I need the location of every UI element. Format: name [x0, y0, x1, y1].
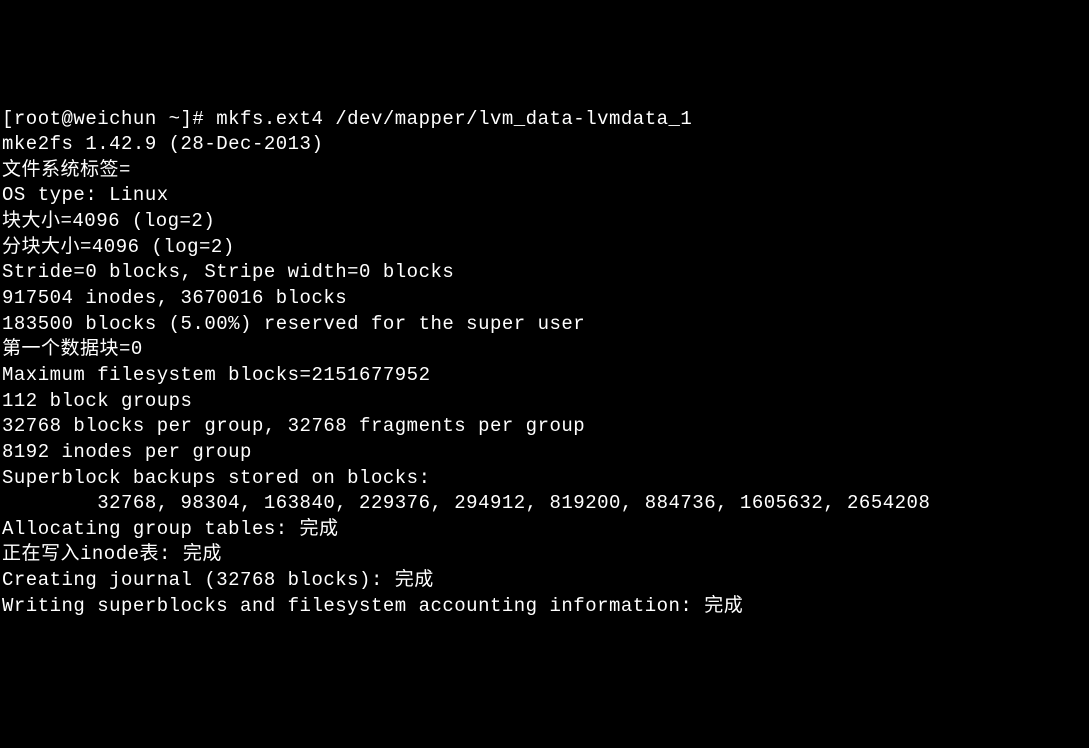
- shell-command: mkfs.ext4 /dev/mapper/lvm_data-lvmdata_1: [216, 108, 692, 130]
- output-line: 正在写入inode表: 完成: [2, 542, 1087, 568]
- terminal-output[interactable]: [root@weichun ~]# mkfs.ext4 /dev/mapper/…: [2, 107, 1087, 620]
- output-line: 917504 inodes, 3670016 blocks: [2, 286, 1087, 312]
- output-line: 文件系统标签=: [2, 158, 1087, 184]
- output-line: 8192 inodes per group: [2, 440, 1087, 466]
- output-line: 第一个数据块=0: [2, 337, 1087, 363]
- output-line: mke2fs 1.42.9 (28-Dec-2013): [2, 132, 1087, 158]
- output-line: Maximum filesystem blocks=2151677952: [2, 363, 1087, 389]
- output-line: 块大小=4096 (log=2): [2, 209, 1087, 235]
- output-line: Creating journal (32768 blocks): 完成: [2, 568, 1087, 594]
- output-line: Writing superblocks and filesystem accou…: [2, 594, 1087, 620]
- output-line: 112 block groups: [2, 389, 1087, 415]
- output-line: 32768, 98304, 163840, 229376, 294912, 81…: [2, 491, 1087, 517]
- output-line: Allocating group tables: 完成: [2, 517, 1087, 543]
- output-line: OS type: Linux: [2, 183, 1087, 209]
- output-line: Superblock backups stored on blocks:: [2, 466, 1087, 492]
- output-line: 分块大小=4096 (log=2): [2, 235, 1087, 261]
- output-line: Stride=0 blocks, Stripe width=0 blocks: [2, 260, 1087, 286]
- shell-prompt: [root@weichun ~]#: [2, 108, 216, 130]
- output-line: 183500 blocks (5.00%) reserved for the s…: [2, 312, 1087, 338]
- output-line: 32768 blocks per group, 32768 fragments …: [2, 414, 1087, 440]
- command-line: [root@weichun ~]# mkfs.ext4 /dev/mapper/…: [2, 107, 1087, 133]
